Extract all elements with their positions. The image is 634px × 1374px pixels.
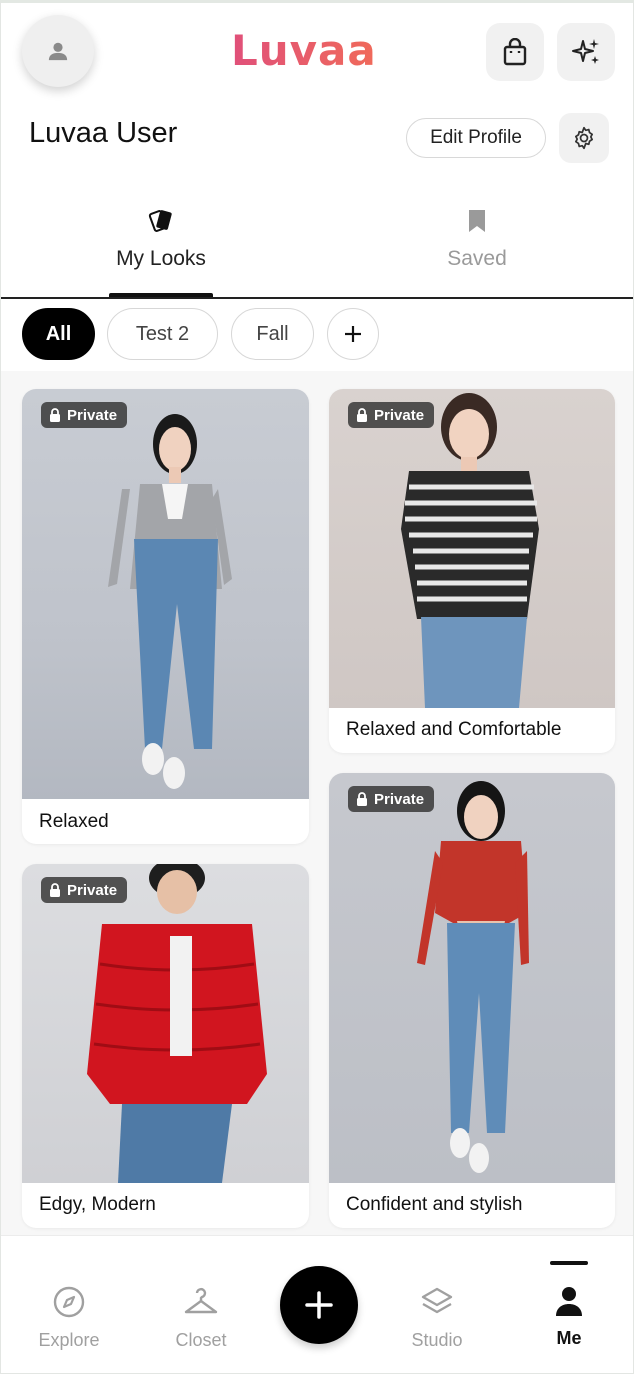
model-figure	[87, 864, 267, 1183]
look-card[interactable]: Private Edgy, Modern	[22, 864, 309, 1228]
plus-icon	[345, 326, 361, 342]
lock-icon	[357, 792, 367, 806]
look-card[interactable]: Private Relaxed	[22, 389, 309, 844]
add-filter-button[interactable]	[327, 308, 379, 360]
layers-icon	[421, 1287, 453, 1314]
private-badge: Private	[348, 786, 435, 812]
model-figure	[417, 781, 529, 1173]
nav-label: Closet	[175, 1330, 227, 1350]
nav-studio[interactable]: Studio	[387, 1285, 487, 1351]
hanger-icon	[184, 1287, 218, 1314]
lock-icon	[357, 408, 367, 422]
tabs-divider	[1, 297, 633, 299]
gear-icon	[575, 126, 593, 150]
nav-label: Me	[556, 1328, 582, 1348]
nav-me[interactable]: Me	[519, 1285, 619, 1349]
settings-button[interactable]	[559, 113, 609, 163]
look-caption: Relaxed	[39, 811, 109, 832]
cards-icon	[148, 210, 172, 232]
create-look-button[interactable]	[280, 1266, 358, 1344]
look-card[interactable]: Private Relaxed and Comfortable	[329, 389, 615, 753]
filter-chip-all[interactable]: All	[22, 308, 95, 360]
badge-label: Private	[374, 790, 425, 808]
look-card[interactable]: Private Confident and stylish	[329, 773, 615, 1228]
look-caption: Edgy, Modern	[39, 1194, 156, 1215]
tab-label: Saved	[447, 247, 507, 270]
person-icon	[556, 1287, 582, 1316]
nav-label: Studio	[411, 1330, 463, 1350]
app-frame: Luvaa Luvaa User Edit Profile My Looks S…	[0, 0, 634, 1374]
filter-chip-fall[interactable]: Fall	[231, 308, 314, 360]
private-badge: Private	[348, 402, 435, 428]
private-badge: Private	[41, 402, 128, 428]
model-figure	[108, 414, 232, 789]
look-photo	[329, 773, 615, 1183]
look-caption: Relaxed and Comfortable	[346, 719, 562, 740]
filter-chip-test-2[interactable]: Test 2	[107, 308, 218, 360]
shopping-bag-icon	[503, 38, 527, 66]
nav-explore[interactable]: Explore	[19, 1285, 119, 1351]
active-nav-indicator	[550, 1261, 588, 1265]
look-photo	[22, 864, 309, 1183]
person-icon	[48, 42, 68, 61]
badge-label: Private	[374, 406, 425, 424]
tab-my-looks[interactable]: My Looks	[46, 208, 276, 271]
nav-closet[interactable]: Closet	[151, 1285, 251, 1351]
user-name: Luvaa User	[29, 117, 178, 149]
badge-label: Private	[67, 406, 118, 424]
look-photo	[22, 389, 309, 799]
lock-icon	[50, 408, 60, 422]
badge-label: Private	[67, 881, 118, 899]
shopping-bag-button[interactable]	[486, 23, 544, 81]
nav-label: Explore	[38, 1330, 100, 1350]
private-badge: Private	[41, 877, 128, 903]
look-caption: Confident and stylish	[346, 1194, 523, 1215]
tab-label: My Looks	[116, 247, 206, 270]
ai-sparkle-button[interactable]	[557, 23, 615, 81]
look-photo	[329, 389, 615, 708]
app-logo: Luvaa	[231, 26, 377, 75]
model-figure	[401, 393, 539, 708]
edit-profile-button[interactable]: Edit Profile	[406, 118, 546, 158]
bookmark-icon	[469, 210, 485, 232]
compass-icon	[53, 1286, 85, 1318]
avatar[interactable]	[22, 15, 94, 87]
sparkle-icon	[572, 39, 599, 64]
lock-icon	[50, 883, 60, 897]
plus-icon	[305, 1291, 333, 1319]
tab-saved[interactable]: Saved	[362, 208, 592, 271]
